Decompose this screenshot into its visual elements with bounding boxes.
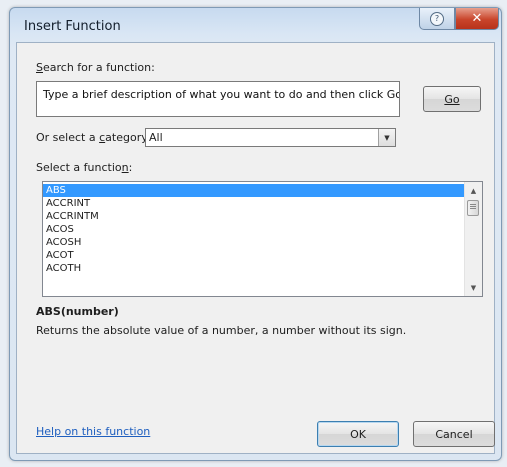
ok-button[interactable]: OK	[317, 421, 399, 447]
cancel-button-label: Cancel	[435, 427, 473, 441]
scroll-thumb[interactable]	[467, 200, 479, 216]
function-signature: ABS(number)	[36, 305, 119, 318]
category-select[interactable]: All ▼	[145, 128, 396, 147]
list-item-acos[interactable]: ACOS	[43, 223, 466, 236]
scroll-down-icon[interactable]: ▼	[466, 280, 481, 295]
dialog-title: Insert Function	[24, 19, 121, 34]
chevron-down-icon[interactable]: ▼	[378, 129, 395, 146]
insert-function-dialog: Insert Function ? ✕ Search for a functio…	[9, 7, 502, 461]
list-item-abs[interactable]: ABS	[43, 184, 466, 197]
go-button[interactable]: Go	[423, 86, 481, 112]
list-item-acosh[interactable]: ACOSH	[43, 236, 466, 249]
function-listbox[interactable]: ABS ACCRINT ACCRINTM ACOS ACOSH ACOT ACO…	[42, 181, 483, 297]
dialog-client-area: Search for a function: Type a brief desc…	[16, 42, 495, 454]
category-label: Or select a category:	[36, 131, 151, 144]
go-button-label: Go	[444, 92, 460, 106]
search-label: Search for a function:	[36, 61, 155, 74]
search-input[interactable]: Type a brief description of what you wan…	[36, 81, 400, 117]
close-icon: ✕	[471, 11, 483, 26]
scroll-up-icon[interactable]: ▲	[466, 183, 481, 198]
ok-button-label: OK	[350, 427, 366, 441]
list-item-acoth[interactable]: ACOTH	[43, 262, 466, 275]
list-item-acot[interactable]: ACOT	[43, 249, 466, 262]
help-on-function-link[interactable]: Help on this function	[36, 425, 150, 438]
cancel-button[interactable]: Cancel	[413, 421, 495, 447]
title-help-button[interactable]: ?	[419, 8, 455, 30]
category-value: All	[149, 131, 163, 144]
close-button[interactable]: ✕	[455, 8, 499, 30]
help-icon: ?	[430, 11, 444, 26]
function-list-label: Select a function:	[36, 161, 133, 174]
list-item-accrintm[interactable]: ACCRINTM	[43, 210, 466, 223]
list-scrollbar[interactable]: ▲ ▼	[464, 182, 482, 296]
list-item-accrint[interactable]: ACCRINT	[43, 197, 466, 210]
function-description: Returns the absolute value of a number, …	[36, 324, 407, 337]
